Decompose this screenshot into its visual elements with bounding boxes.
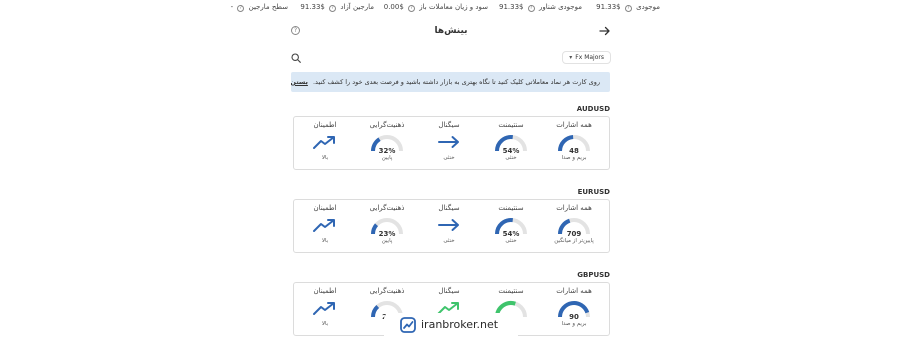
- cell-status: خنثی: [505, 238, 517, 244]
- gauge-value: 54%: [502, 147, 520, 155]
- stat-label: سود و زیان معاملات باز: [419, 3, 488, 11]
- info-icon[interactable]: ?: [408, 5, 416, 12]
- page-title: بینش‌ها: [434, 26, 468, 36]
- mindset-cell: ذهنیت‌گرایی 23% پایین: [357, 200, 417, 254]
- sentiment-cell: سنتیمنت 54% خنثی: [481, 117, 541, 171]
- cell-label: همه اشارات: [556, 204, 592, 212]
- cell-label: ذهنیت‌گرایی: [369, 287, 405, 295]
- all-signals-cell: همه اشارات 48 بریم و صدا: [544, 117, 604, 171]
- stat-value: $91.33: [300, 3, 325, 11]
- cell-label: اطمینان: [313, 121, 337, 129]
- stat-free-margin: مارجین آزاد ? $91.33: [300, 3, 374, 12]
- confidence-cell: اطمینان بالا: [295, 283, 355, 337]
- confidence-cell: اطمینان بالا: [295, 117, 355, 171]
- cell-status: بالا: [321, 155, 329, 161]
- cell-label: سنتیمنت: [498, 287, 524, 295]
- trend-up-icon: [313, 136, 335, 149]
- cell-label: اطمینان: [313, 287, 337, 295]
- all-signals-cell: همه اشارات 90 بریم و صدا: [544, 283, 604, 337]
- cell-status: خنثی: [505, 155, 517, 161]
- cell-label: سیگنال: [438, 287, 460, 295]
- chevron-down-icon: ▾: [569, 54, 573, 61]
- cell-status: بالا: [321, 238, 329, 244]
- gauge-value: 90: [569, 313, 579, 321]
- stat-label: مارجین آزاد: [340, 3, 374, 11]
- insight-card[interactable]: همه اشارات 709 پایین‌تر از میانگین سنتیمنت 5…: [293, 199, 610, 253]
- cell-label: همه اشارات: [556, 121, 592, 129]
- cell-status: پایین: [381, 238, 393, 244]
- cell-label: همه اشارات: [556, 287, 592, 295]
- stat-value: -: [230, 3, 234, 11]
- symbol-label: GBPUSD: [577, 271, 610, 279]
- signal-cell: سیگنال خنثی: [419, 200, 479, 254]
- stat-label: موجودی شناور: [538, 3, 582, 11]
- info-icon[interactable]: ?: [527, 5, 535, 12]
- filter-toolbar: ▾ Fx Majors: [288, 50, 614, 66]
- trend-up-icon: [313, 219, 335, 232]
- info-banner: روی کارت هر نماد معاملاتی کلیک کنید تا ن…: [291, 72, 610, 92]
- cell-status: خنثی: [443, 155, 455, 161]
- confidence-cell: اطمینان بالا: [295, 200, 355, 254]
- cell-status: بریم و صدا: [561, 155, 587, 161]
- cell-label: ذهنیت‌گرایی: [369, 121, 405, 129]
- cell-status: بالا: [321, 321, 329, 327]
- stat-value: $0.00: [383, 3, 404, 11]
- info-icon[interactable]: ?: [624, 5, 632, 12]
- insight-card[interactable]: همه اشارات 48 بریم و صدا سنتیمنت 54% خنثی سیگن…: [293, 116, 610, 170]
- search-icon[interactable]: [291, 53, 301, 63]
- arrow-right-icon[interactable]: [599, 25, 611, 37]
- arrow-right-icon: [438, 219, 459, 231]
- cell-status: بریم و صدا: [561, 321, 587, 327]
- stat-value: $91.33: [499, 3, 524, 11]
- stat-equity: موجودی شناور ? $91.33: [499, 3, 582, 12]
- stat-value: $91.33: [596, 3, 621, 11]
- banner-close-link[interactable]: بستن: [291, 78, 308, 86]
- cell-label: ذهنیت‌گرایی: [369, 204, 405, 212]
- info-icon[interactable]: ?: [329, 5, 337, 12]
- watermark: iranbroker.net: [384, 313, 518, 337]
- account-stats-bar: موجودی ? $91.33 موجودی شناور ? $91.33 سو…: [0, 0, 900, 16]
- dropdown-label: Fx Majors: [575, 54, 604, 61]
- stat-label: موجودی: [636, 3, 660, 11]
- cell-label: سنتیمنت: [498, 121, 524, 129]
- info-icon[interactable]: ?: [237, 5, 245, 12]
- gauge-value: 48: [569, 147, 579, 155]
- panel-header: ? بینش‌ها: [288, 22, 614, 42]
- symbol-group-dropdown[interactable]: ▾ Fx Majors: [562, 51, 611, 64]
- signal-cell: سیگنال خنثی: [419, 117, 479, 171]
- stat-label: سطح مارجین: [248, 3, 288, 11]
- all-signals-cell: همه اشارات 709 پایین‌تر از میانگین: [544, 200, 604, 254]
- cell-label: سنتیمنت: [498, 204, 524, 212]
- chart-logo-icon: [400, 317, 416, 333]
- mindset-cell: ذهنیت‌گرایی 32% پایین: [357, 117, 417, 171]
- trend-up-icon: [313, 302, 335, 315]
- cell-status: پایین: [381, 155, 393, 161]
- banner-text: روی کارت هر نماد معاملاتی کلیک کنید تا ن…: [312, 78, 600, 86]
- gauge-value: 709: [566, 230, 582, 238]
- stat-balance: موجودی ? $91.33: [596, 3, 660, 12]
- watermark-text: iranbroker.net: [421, 318, 499, 331]
- insights-panel: ? بینش‌ها ▾ Fx Majors روی کارت هر نماد مع…: [288, 16, 614, 337]
- sentiment-cell: سنتیمنت 54% خنثی: [481, 200, 541, 254]
- cell-label: سیگنال: [438, 121, 460, 129]
- arrow-right-icon: [438, 136, 459, 148]
- gauge-value: 54%: [502, 230, 520, 238]
- cell-status: پایین‌تر از میانگین: [554, 238, 594, 244]
- cell-label: سیگنال: [438, 204, 460, 212]
- gauge-value: 32%: [378, 147, 396, 155]
- stat-open-pnl: سود و زیان معاملات باز ? $0.00: [384, 3, 488, 12]
- cell-label: اطمینان: [313, 204, 337, 212]
- symbol-label: AUDUSD: [576, 105, 610, 113]
- cell-status: خنثی: [443, 238, 455, 244]
- symbol-label: EURUSD: [577, 188, 610, 196]
- stat-margin-level: سطح مارجین ? -: [231, 3, 288, 12]
- gauge-value: 23%: [378, 230, 396, 238]
